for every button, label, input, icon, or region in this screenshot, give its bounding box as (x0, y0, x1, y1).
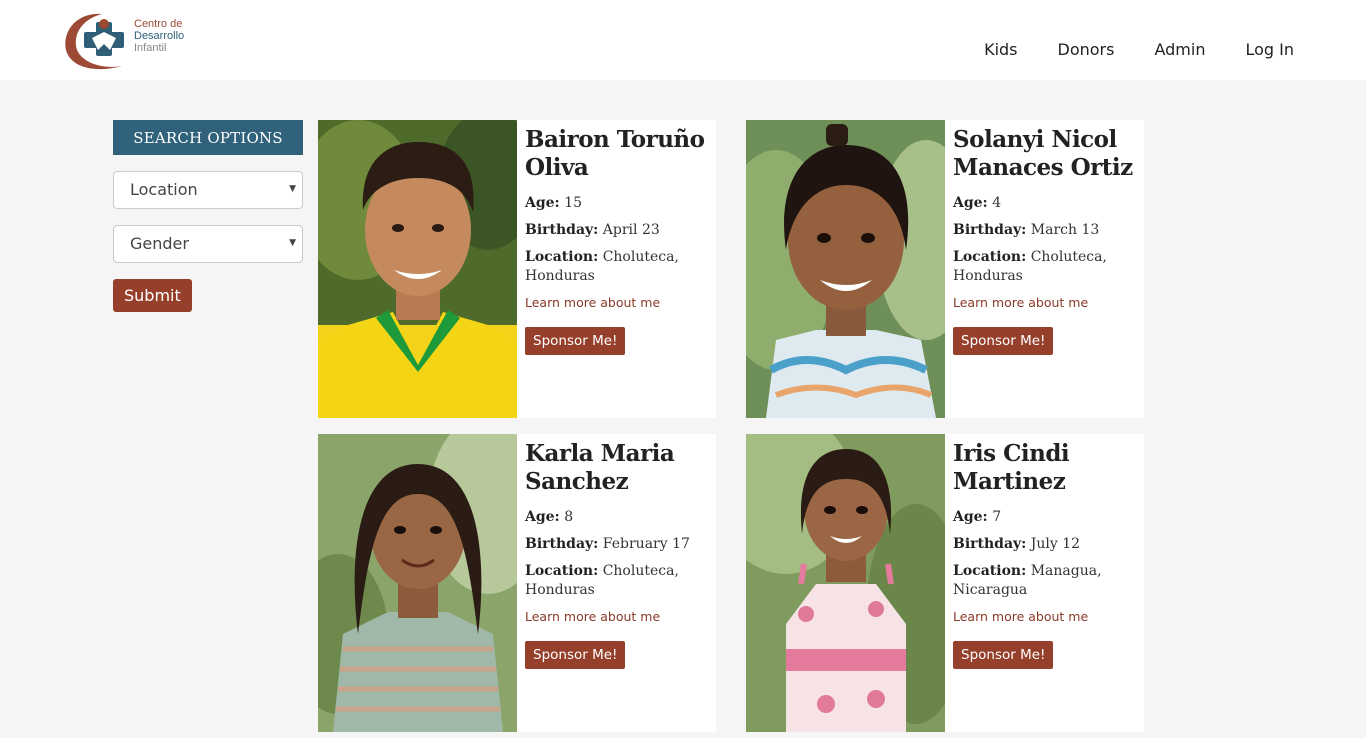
kid-age: Age: 15 (525, 194, 711, 213)
age-label: Age: (525, 509, 560, 525)
birthday-value: February 17 (602, 536, 690, 552)
birthday-label: Birthday: (953, 536, 1027, 552)
age-value: 7 (992, 509, 1002, 525)
kid-info: Bairon Toruño Oliva Age: 15 Birthday: Ap… (525, 126, 711, 355)
birthday-value: March 13 (1030, 222, 1100, 238)
kid-birthday: Birthday: February 17 (525, 535, 711, 554)
logo-emblem-icon (65, 13, 124, 70)
navbar: Centro de Desarrollo Infantil Kids Donor… (0, 0, 1366, 80)
nav-admin[interactable]: Admin (1154, 40, 1205, 59)
sponsor-button[interactable]: Sponsor Me! (953, 327, 1054, 355)
kid-info: Karla Maria Sanchez Age: 8 Birthday: Feb… (525, 440, 711, 669)
kid-photo (746, 434, 945, 732)
birthday-label: Birthday: (525, 222, 599, 238)
kid-location: Location: Choluteca, Honduras (525, 562, 711, 600)
kid-birthday: Birthday: March 13 (953, 221, 1139, 240)
learn-more-link[interactable]: Learn more about me (953, 609, 1139, 624)
brand-line-3: Infantil (134, 42, 167, 54)
brand-logo[interactable]: Centro de Desarrollo Infantil (62, 10, 202, 72)
chevron-down-icon: ▼ (289, 184, 296, 194)
kid-name: Solanyi Nicol Manaces Ortiz (953, 126, 1133, 181)
kid-info: Iris Cindi Martinez Age: 7 Birthday: Jul… (953, 440, 1139, 669)
search-sidebar: SEARCH OPTIONS Location ▼ Gender ▼ Submi… (113, 120, 303, 312)
kid-birthday: Birthday: July 12 (953, 535, 1139, 554)
age-value: 4 (992, 195, 1002, 211)
kid-card: Bairon Toruño Oliva Age: 15 Birthday: Ap… (318, 120, 716, 418)
search-options-header: SEARCH OPTIONS (113, 120, 303, 155)
kid-card: Iris Cindi Martinez Age: 7 Birthday: Jul… (746, 434, 1144, 732)
kid-photo (318, 434, 517, 732)
kid-name: Iris Cindi Martinez (953, 440, 1070, 495)
age-label: Age: (525, 195, 560, 211)
learn-more-link[interactable]: Learn more about me (953, 295, 1139, 310)
kid-name: Bairon Toruño Oliva (525, 126, 705, 181)
kid-name: Karla Maria Sanchez (525, 440, 675, 495)
kid-age: Age: 8 (525, 508, 711, 527)
kid-birthday: Birthday: April 23 (525, 221, 711, 240)
birthday-value: July 12 (1030, 536, 1081, 552)
chevron-down-icon: ▼ (289, 238, 296, 248)
age-value: 8 (564, 509, 574, 525)
kid-location: Location: Managua, Nicaragua (953, 562, 1139, 600)
nav-login[interactable]: Log In (1245, 40, 1294, 59)
brand-line-1: Centro de (134, 18, 183, 30)
birthday-value: April 23 (602, 222, 660, 238)
gender-select-value: Gender (130, 234, 189, 253)
location-label: Location: (525, 563, 599, 579)
location-label: Location: (953, 249, 1027, 265)
gender-select[interactable]: Gender ▼ (113, 225, 303, 263)
kid-card: Solanyi Nicol Manaces Ortiz Age: 4 Birth… (746, 120, 1144, 418)
learn-more-link[interactable]: Learn more about me (525, 295, 711, 310)
kid-card: Karla Maria Sanchez Age: 8 Birthday: Feb… (318, 434, 716, 732)
location-label: Location: (953, 563, 1027, 579)
location-select-value: Location (130, 180, 198, 199)
birthday-label: Birthday: (525, 536, 599, 552)
brand-text: Centro de Desarrollo Infantil (134, 18, 184, 54)
age-label: Age: (953, 509, 988, 525)
kid-location: Location: Choluteca, Honduras (953, 248, 1139, 286)
nav-donors[interactable]: Donors (1058, 40, 1115, 59)
age-label: Age: (953, 195, 988, 211)
location-label: Location: (525, 249, 599, 265)
kid-location: Location: Choluteca, Honduras (525, 248, 711, 286)
age-value: 15 (564, 195, 583, 211)
kid-photo (746, 120, 945, 418)
birthday-label: Birthday: (953, 222, 1027, 238)
nav-kids[interactable]: Kids (984, 40, 1017, 59)
learn-more-link[interactable]: Learn more about me (525, 609, 711, 624)
sponsor-button[interactable]: Sponsor Me! (525, 327, 626, 355)
kid-info: Solanyi Nicol Manaces Ortiz Age: 4 Birth… (953, 126, 1139, 355)
nav-menu: Kids Donors Admin Log In (984, 40, 1294, 59)
sponsor-button[interactable]: Sponsor Me! (525, 641, 626, 669)
brand-line-2: Desarrollo (134, 30, 185, 42)
sponsor-button[interactable]: Sponsor Me! (953, 641, 1054, 669)
submit-button[interactable]: Submit (113, 279, 192, 312)
kid-photo (318, 120, 517, 418)
kid-age: Age: 7 (953, 508, 1139, 527)
kid-age: Age: 4 (953, 194, 1139, 213)
location-select[interactable]: Location ▼ (113, 171, 303, 209)
